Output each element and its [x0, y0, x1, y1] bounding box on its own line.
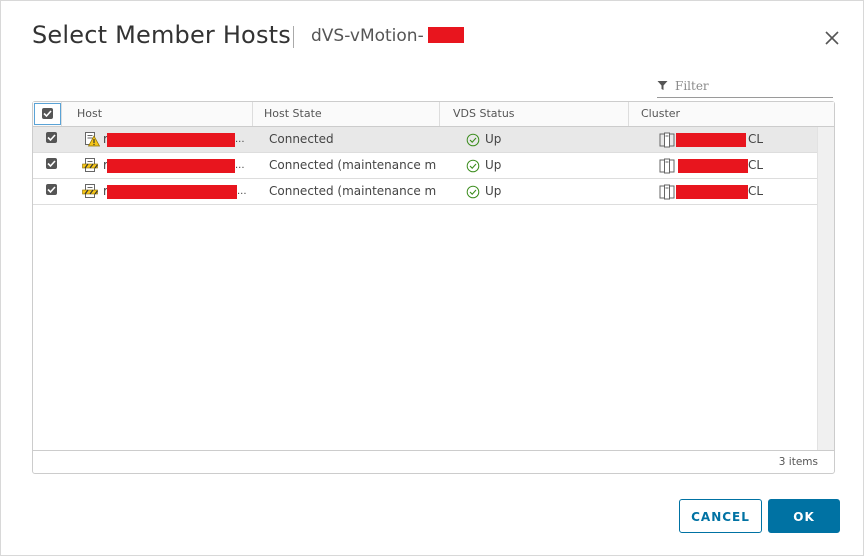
column-separator[interactable] [439, 102, 440, 126]
column-header-host-state[interactable]: Host State [264, 102, 322, 126]
column-header-vds-status[interactable]: VDS Status [453, 102, 515, 126]
host-name-ellipsis: ... [235, 134, 245, 145]
redacted-cluster-name [676, 133, 746, 147]
select-all-checkbox[interactable] [34, 103, 61, 125]
grid-header: Host Host State VDS Status Cluster [33, 102, 834, 127]
column-separator[interactable] [628, 102, 629, 126]
column-separator[interactable] [252, 102, 253, 126]
host-warning-icon [85, 132, 100, 147]
checkbox-checked-icon [42, 108, 53, 119]
filter-box[interactable] [657, 77, 833, 98]
redacted-subtitle-block [428, 27, 464, 43]
table-row[interactable]: r ... Connected Up CL [33, 127, 817, 153]
redacted-host-name [107, 133, 235, 147]
table-row[interactable]: r ... Connected (maintenance m... Up CL [33, 179, 817, 205]
row-checkbox[interactable] [46, 158, 57, 169]
row-checkbox[interactable] [46, 184, 57, 195]
host-state: Connected [269, 132, 334, 146]
filter-icon [657, 81, 668, 90]
dialog-title: Select Member Hosts [32, 21, 291, 49]
table-row[interactable]: r ... Connected (maintenance m... Up CL [33, 153, 817, 179]
host-state: Connected (maintenance m... [269, 184, 437, 198]
title-separator [293, 26, 294, 48]
checkbox-checked-icon [47, 160, 56, 168]
hosts-grid: Host Host State VDS Status Cluster r ...… [32, 101, 835, 474]
cluster-icon [659, 132, 675, 148]
vds-status: Up [485, 158, 502, 172]
item-count: 3 items [778, 456, 818, 468]
status-ok-icon [466, 159, 480, 173]
cluster-icon [659, 158, 675, 174]
column-separator [61, 102, 62, 126]
host-maintenance-icon [82, 184, 98, 198]
host-name-ellipsis: ... [237, 186, 247, 197]
select-member-hosts-dialog: Select Member Hosts dVS-vMotion- Host Ho… [0, 0, 864, 556]
close-button[interactable] [821, 27, 843, 49]
ok-button[interactable]: OK [768, 499, 840, 533]
cluster-icon [659, 184, 675, 200]
grid-footer: 3 items [33, 450, 834, 474]
close-icon [825, 31, 839, 45]
cluster-name-suffix[interactable]: CL [748, 127, 763, 152]
status-ok-icon [466, 185, 480, 199]
checkbox-checked-icon [47, 186, 56, 194]
redacted-cluster-name [676, 185, 748, 199]
cancel-button[interactable]: CANCEL [679, 499, 762, 533]
host-maintenance-icon [82, 158, 98, 172]
vds-status: Up [485, 132, 502, 146]
dialog-subtitle: dVS-vMotion- [311, 26, 424, 46]
host-name-ellipsis: ... [235, 160, 245, 171]
cluster-name-suffix[interactable]: CL [748, 179, 763, 204]
column-header-cluster[interactable]: Cluster [641, 102, 680, 126]
redacted-host-name [107, 185, 237, 199]
checkbox-checked-icon [47, 134, 56, 142]
vds-status: Up [485, 184, 502, 198]
cluster-name-suffix[interactable]: CL [748, 153, 763, 178]
column-header-host[interactable]: Host [77, 102, 102, 126]
vertical-scrollbar[interactable] [817, 127, 834, 450]
host-state: Connected (maintenance m... [269, 158, 437, 172]
redacted-host-name [107, 159, 235, 173]
filter-input[interactable] [675, 77, 825, 95]
row-checkbox[interactable] [46, 132, 57, 143]
redacted-cluster-name [678, 159, 748, 173]
status-ok-icon [466, 133, 480, 147]
